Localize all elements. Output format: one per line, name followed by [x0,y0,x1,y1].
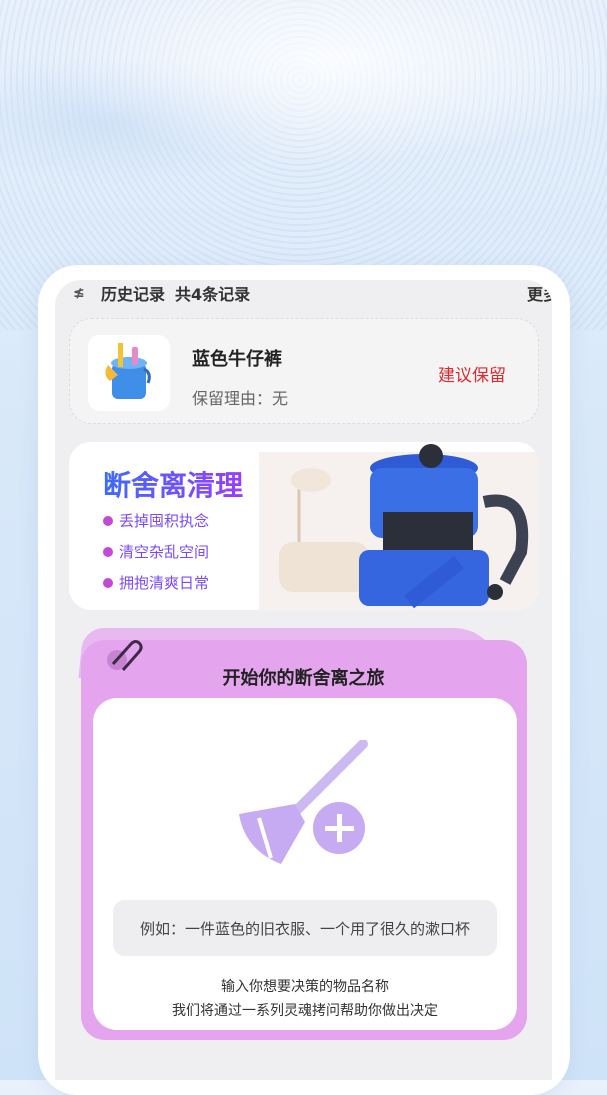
bullet-dot-icon [103,515,113,526]
history-count: 共4条记录 [175,285,251,304]
suggestion-badge: 建议保留 [438,366,506,386]
cleaning-bucket-icon [88,335,170,411]
history-icon: ≰ [73,285,85,301]
item-input-panel[interactable]: 例如：一件蓝色的旧衣服、一个用了很久的漱口杯 输入你想要决策的物品名称 我们将通… [93,698,517,1030]
more-link[interactable]: 更多 [527,281,552,305]
bullet-dot-icon [103,577,113,588]
history-title: 历史记录 [101,285,166,304]
app-screen: ≰ 历史记录 共4条记录 更多 蓝色牛仔裤 保留理由：无 建议保留 断舍离清理 … [55,280,552,1080]
input-hint-line2: 我们将通过一系列灵魂拷问帮助你做出决定 [172,1003,438,1019]
item-name: 蓝色牛仔裤 [192,349,282,370]
broom-add-icon[interactable] [235,740,371,870]
history-record-card[interactable]: 蓝色牛仔裤 保留理由：无 建议保留 [69,318,539,424]
banner-bullet: 清空杂乱空间 [103,541,209,562]
declutter-banner[interactable]: 断舍离清理 丢掉囤积执念 清空杂乱空间 拥抱清爽日常 [69,442,539,610]
item-reason: 保留理由：无 [192,389,289,408]
input-hint-line1: 输入你想要决策的物品名称 [221,979,389,995]
banner-bullet: 丢掉囤积执念 [103,510,209,531]
vacuum-cleaner-icon [259,444,539,610]
item-name-input[interactable]: 例如：一件蓝色的旧衣服、一个用了很久的漱口杯 [113,900,497,956]
history-header: ≰ 历史记录 共4条记录 更多 [73,280,552,306]
bullet-dot-icon [103,546,113,557]
start-title: 开始你的断舍离之旅 [222,668,385,689]
banner-title: 断舍离清理 [103,464,243,504]
banner-bullet: 拥抱清爽日常 [103,572,209,593]
